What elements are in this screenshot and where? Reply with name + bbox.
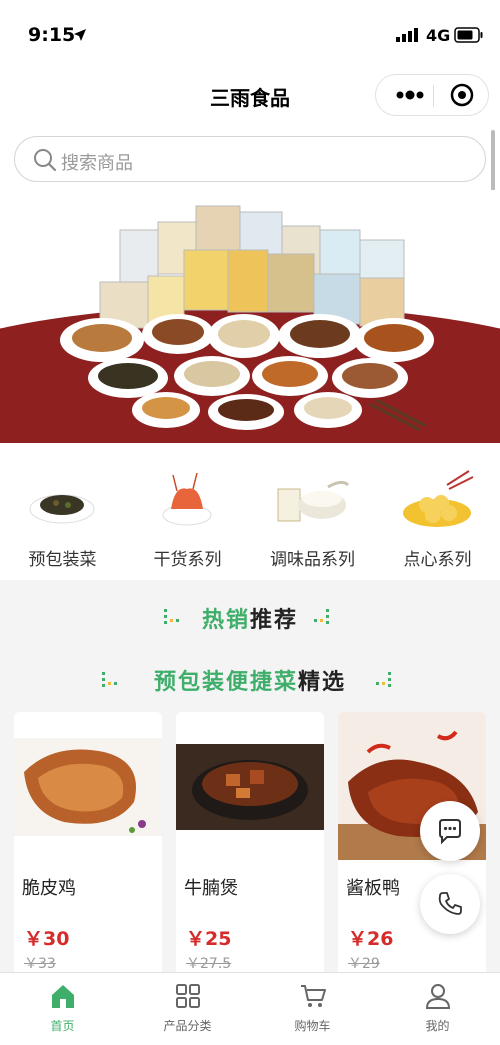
category-label: 干货系列 — [153, 550, 222, 570]
seasoning-icon — [277, 480, 350, 522]
product-name: 脆皮鸡 — [22, 878, 76, 899]
category-label: 调味品系列 — [270, 550, 355, 570]
nav-bar: 三雨食品 — [0, 72, 500, 124]
cart-icon — [301, 985, 326, 1007]
category-item-dried[interactable]: 干货系列 — [125, 443, 250, 580]
tab-cart[interactable]: 购物车 — [250, 973, 375, 1045]
search-icon — [34, 149, 57, 172]
product-name: 酱板鸭 — [346, 878, 400, 899]
phone-call-button[interactable] — [420, 874, 480, 934]
tab-label: 我的 — [425, 1019, 450, 1033]
product-price: ￥26 — [348, 928, 394, 950]
product-price: ￥30 — [24, 928, 70, 950]
product-image — [14, 712, 162, 860]
product-old-price: ￥33 — [24, 956, 56, 972]
tab-label: 首页 — [50, 1019, 75, 1033]
location-arrow-icon — [74, 29, 86, 41]
tab-categories[interactable]: 产品分类 — [125, 973, 250, 1045]
customer-service-button[interactable] — [420, 801, 480, 861]
search-area: 搜索商品 — [0, 124, 500, 190]
product-card-crispy-chicken[interactable]: 脆皮鸡 ￥30 ￥33 — [14, 712, 162, 982]
dried-shrimp-icon — [162, 472, 212, 526]
product-price: ￥25 — [186, 928, 232, 950]
category-nav: 预包装菜 干货系列 调味品系列 点心系列 — [0, 443, 500, 580]
tab-bar: 首页 产品分类 购物车 我的 — [0, 972, 500, 1045]
product-name: 牛腩煲 — [184, 878, 238, 899]
product-image — [176, 712, 324, 860]
target-icon — [450, 83, 474, 107]
more-button[interactable] — [390, 75, 434, 115]
category-item-seasoning[interactable]: 调味品系列 — [250, 443, 375, 580]
section-title-dark: 精选 — [298, 670, 347, 695]
mini-program-capsule — [375, 74, 489, 116]
section-dots-right-icon — [314, 609, 329, 624]
user-icon — [425, 984, 451, 1009]
section-title-dark: 推荐 — [250, 608, 299, 633]
section-title-featured: 预包装便捷菜精选 — [0, 664, 500, 696]
search-placeholder: 搜索商品 — [61, 153, 133, 174]
product-old-price: ￥27.5 — [186, 956, 232, 972]
tab-home[interactable]: 首页 — [0, 973, 125, 1045]
status-bar: 9:15 4G — [0, 0, 500, 72]
category-label: 预包装菜 — [28, 550, 97, 570]
capsule-divider — [433, 85, 434, 107]
more-dots-icon — [396, 90, 424, 100]
signal-icon — [396, 28, 418, 42]
network-type: 4G — [426, 26, 451, 45]
category-label: 点心系列 — [403, 550, 472, 570]
section-title-accent: 热销 — [201, 608, 250, 633]
banner-carousel[interactable] — [0, 190, 500, 443]
tab-label: 购物车 — [294, 1019, 331, 1033]
tab-profile[interactable]: 我的 — [375, 973, 500, 1045]
tab-label: 产品分类 — [163, 1019, 212, 1033]
dim-sum-icon — [403, 470, 474, 527]
section-dots-right-icon — [376, 672, 391, 687]
banner-image — [0, 190, 500, 443]
close-mini-program-button[interactable] — [442, 75, 486, 115]
battery-icon — [454, 27, 483, 43]
section-title-accent: 预包装便捷菜 — [153, 670, 298, 695]
home-icon — [52, 985, 74, 1008]
product-card-beef-brisket[interactable]: 牛腩煲 ￥25 ￥27.5 — [176, 712, 324, 982]
status-time: 9:15 — [28, 24, 76, 46]
product-old-price: ￥29 — [348, 956, 380, 972]
section-title-hot: 热销推荐 — [0, 602, 500, 634]
phone-icon — [438, 892, 462, 915]
chat-bubble-icon — [439, 819, 461, 845]
packaged-dish-icon — [29, 494, 95, 524]
search-input[interactable]: 搜索商品 — [14, 136, 486, 182]
grid-icon — [176, 984, 200, 1008]
category-item-packaged[interactable]: 预包装菜 — [0, 443, 125, 580]
category-item-dimsum[interactable]: 点心系列 — [375, 443, 500, 580]
